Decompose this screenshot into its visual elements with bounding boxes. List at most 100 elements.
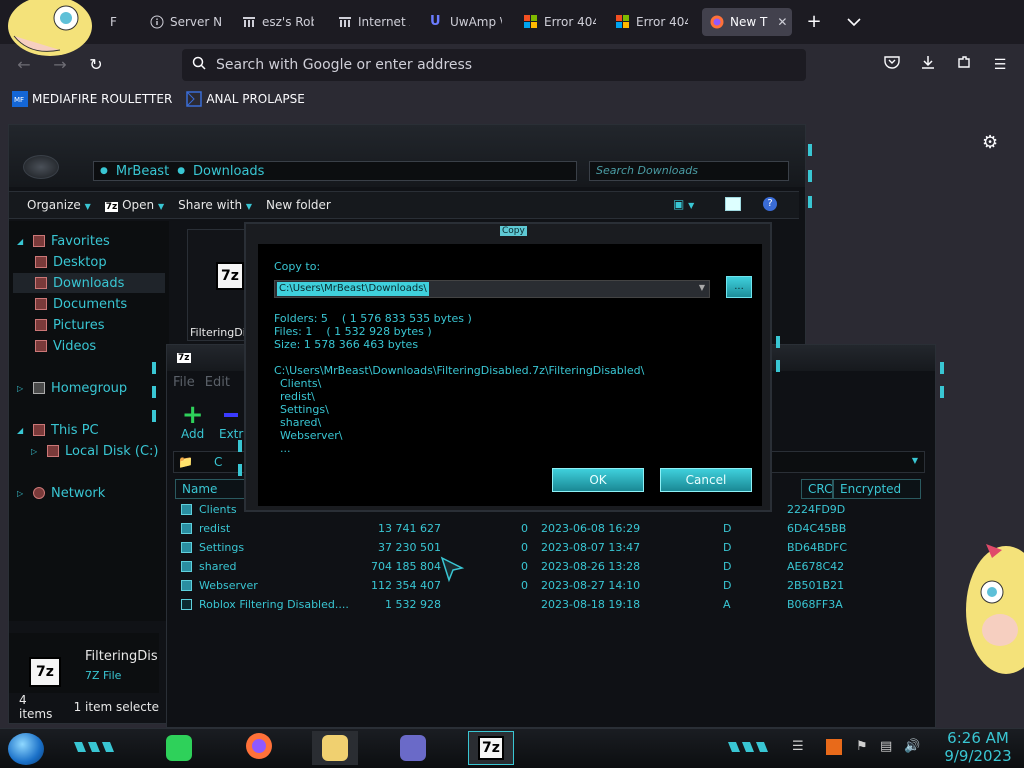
tab-error-404-1[interactable]: Error 404 (524, 8, 596, 36)
add-button[interactable]: + Add (181, 400, 204, 441)
nav-homegroup[interactable]: ▷ Homegroup (17, 378, 127, 398)
address-bar[interactable]: ● MrBeast ● Downloads (93, 161, 577, 181)
pocket-icon[interactable] (880, 53, 904, 77)
download-icon[interactable] (916, 53, 940, 77)
open-button[interactable]: 7z Open ▼ (104, 198, 164, 212)
tab-error-404-2[interactable]: Error 404 (616, 8, 688, 36)
url-bar[interactable]: Search with Google or enter address (182, 49, 806, 81)
column-encrypted[interactable]: Encrypted (833, 479, 921, 499)
taskbar-file-explorer-app[interactable] (312, 731, 358, 765)
table-row[interactable]: Webserver 112 354 407 0 2023-08-27 14:10… (177, 577, 927, 596)
nav-label: Local Disk (C:) (65, 443, 159, 459)
search-downloads-input[interactable]: Search Downloads (589, 161, 789, 181)
computer-icon (33, 424, 45, 436)
nav-favorites[interactable]: ◢ Favorites (17, 231, 110, 251)
tab-internet-archive[interactable]: Internet A (338, 8, 410, 36)
tab-server[interactable]: Server Ne (150, 8, 222, 36)
column-crc[interactable]: CRC (801, 479, 833, 499)
share-with-button[interactable]: Share with ▼ (178, 198, 252, 212)
bookmark-anal-prolapse[interactable]: ANAL PROLAPSE (186, 91, 305, 107)
control-panel-icon (400, 735, 426, 761)
new-tab-button[interactable]: + (802, 10, 826, 34)
chevron-down-icon: ▼ (245, 202, 253, 211)
nav-local-disk[interactable]: ▷ Local Disk (C:) (31, 441, 158, 461)
view-options-icon[interactable]: ▣ ▼ (673, 197, 694, 211)
table-row[interactable]: Roblox Filtering Disabled.... 1 532 928 … (177, 596, 927, 615)
breadcrumb-mrbeast[interactable]: MrBeast (116, 164, 169, 179)
taskbar-firefox-app[interactable] (236, 731, 282, 765)
destination-combobox[interactable]: C:\Users\MrBeast\Downloads\ ▼ (274, 280, 710, 298)
show-hidden-icons[interactable]: ☰ (792, 739, 804, 754)
help-icon[interactable]: ? (763, 197, 777, 211)
gear-icon[interactable]: ⚙ (982, 132, 998, 153)
dialog-title: Copy (500, 226, 527, 236)
window-frame-accent (940, 386, 944, 398)
taskbar-7zip-app[interactable]: 7z (468, 731, 514, 765)
cancel-button[interactable]: Cancel (660, 468, 752, 492)
tab-new-tab[interactable]: New T ✕ (702, 8, 792, 36)
close-icon[interactable]: ✕ (777, 15, 787, 29)
source-item: Clients\ (280, 377, 322, 390)
tab-label: Error 404 (544, 15, 596, 29)
flag-icon[interactable]: ⚑ (856, 739, 868, 754)
tab-1[interactable]: F (110, 8, 130, 36)
window-frame-accent (776, 336, 780, 348)
row-attr: A (723, 598, 731, 611)
nav-pictures[interactable]: Pictures (35, 315, 104, 335)
folder-icon (181, 542, 192, 553)
tab-uwamp[interactable]: U UwAmp \ (430, 8, 502, 36)
menu-edit[interactable]: Edit (205, 375, 230, 390)
bookmark-label: MEDIAFIRE ROULETTER (32, 92, 173, 106)
tray-app-icon[interactable] (826, 739, 842, 755)
extract-button[interactable]: Extr (219, 403, 243, 441)
table-row[interactable]: redist 13 741 627 0 2023-06-08 16:29 D 6… (177, 520, 927, 539)
taskbar-notes-app[interactable] (156, 731, 202, 765)
network-icon[interactable]: ▤ (880, 739, 892, 754)
chevron-down-icon[interactable] (842, 10, 866, 34)
nav-network[interactable]: ▷ Network (17, 483, 105, 503)
table-row[interactable]: shared 704 185 804 0 2023-08-26 13:28 D … (177, 558, 927, 577)
menu-file[interactable]: File (173, 375, 195, 390)
table-row[interactable]: Settings 37 230 501 0 2023-08-07 13:47 D… (177, 539, 927, 558)
folder-up-icon[interactable]: 📁 (178, 455, 193, 469)
tab-esz[interactable]: esz's Robl (242, 8, 314, 36)
new-folder-button[interactable]: New folder (266, 198, 331, 212)
homegroup-icon (33, 382, 45, 394)
chevron-down-icon[interactable]: ▼ (912, 456, 918, 465)
volume-icon[interactable]: 🔊 (904, 739, 920, 754)
plus-icon: + (181, 400, 204, 430)
window-frame-accent (776, 360, 780, 372)
preview-pane-icon[interactable] (725, 197, 741, 211)
nav-videos[interactable]: Videos (35, 336, 96, 356)
row-modified: 2023-08-07 13:47 (541, 541, 641, 554)
ok-button[interactable]: OK (552, 468, 644, 492)
taskbar-control-panel-app[interactable] (390, 731, 436, 765)
browse-button[interactable]: ... (726, 276, 752, 298)
nav-downloads[interactable]: Downloads (13, 273, 165, 293)
start-button[interactable] (8, 733, 44, 765)
organize-button[interactable]: Organize ▼ (27, 198, 91, 212)
row-size: 37 230 501 (378, 541, 441, 554)
navigation-toolbar: ← → ↻ Search with Google or enter addres… (0, 44, 1024, 86)
breadcrumb-separator: ● (177, 166, 186, 176)
pictures-icon (35, 319, 47, 331)
row-name: shared (199, 560, 237, 573)
menu-icon[interactable]: ☰ (988, 53, 1012, 77)
extensions-icon[interactable] (952, 53, 976, 77)
row-crc: AE678C42 (787, 560, 845, 573)
nav-desktop[interactable]: Desktop (35, 252, 107, 272)
dialog-body: Copy to: C:\Users\MrBeast\Downloads\ ▼ .… (258, 244, 762, 506)
bookmark-mediafire[interactable]: MF MEDIAFIRE ROULETTER (12, 91, 172, 107)
chevron-down-icon[interactable]: ▼ (699, 283, 705, 292)
taskbar-accent (74, 741, 118, 755)
nav-documents[interactable]: Documents (35, 294, 127, 314)
file-tile[interactable]: 7z FilteringDis (187, 229, 252, 341)
documents-icon (35, 298, 47, 310)
nav-label: Network (51, 485, 106, 501)
column-name[interactable]: Name (175, 479, 245, 499)
nav-label: Downloads (53, 275, 125, 291)
7zip-icon: 7z (216, 262, 244, 290)
clock[interactable]: 6:26 AM 9/9/2023 (936, 729, 1020, 765)
breadcrumb-downloads[interactable]: Downloads (193, 164, 264, 179)
nav-this-pc[interactable]: ◢ This PC (17, 420, 99, 440)
